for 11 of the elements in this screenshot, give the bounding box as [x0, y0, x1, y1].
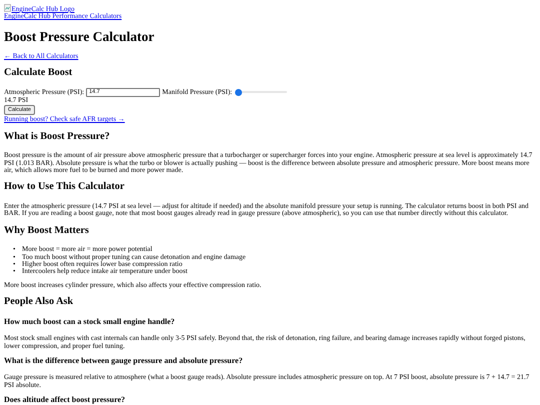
section-heading: Why Boost Matters — [4, 226, 90, 236]
faq-question: How much boost can a stock small engine handle? — [4, 318, 176, 326]
section-heading: Calculate Boost — [4, 68, 74, 79]
page-title: Boost Pressure Calculator — [4, 30, 156, 44]
section-heading: People Also Ask — [4, 297, 74, 308]
faq-question: Does altitude affect boost pressure? — [4, 396, 126, 404]
section-heading: How to Use This Calculator — [4, 182, 126, 194]
broken-image-icon — [4, 4, 11, 12]
slider-thumb[interactable] — [235, 88, 242, 96]
section-heading: What is Boost Pressure? — [4, 132, 111, 142]
faq-question: What is the difference between gauge pressure and absolute pressure? — [4, 356, 244, 366]
